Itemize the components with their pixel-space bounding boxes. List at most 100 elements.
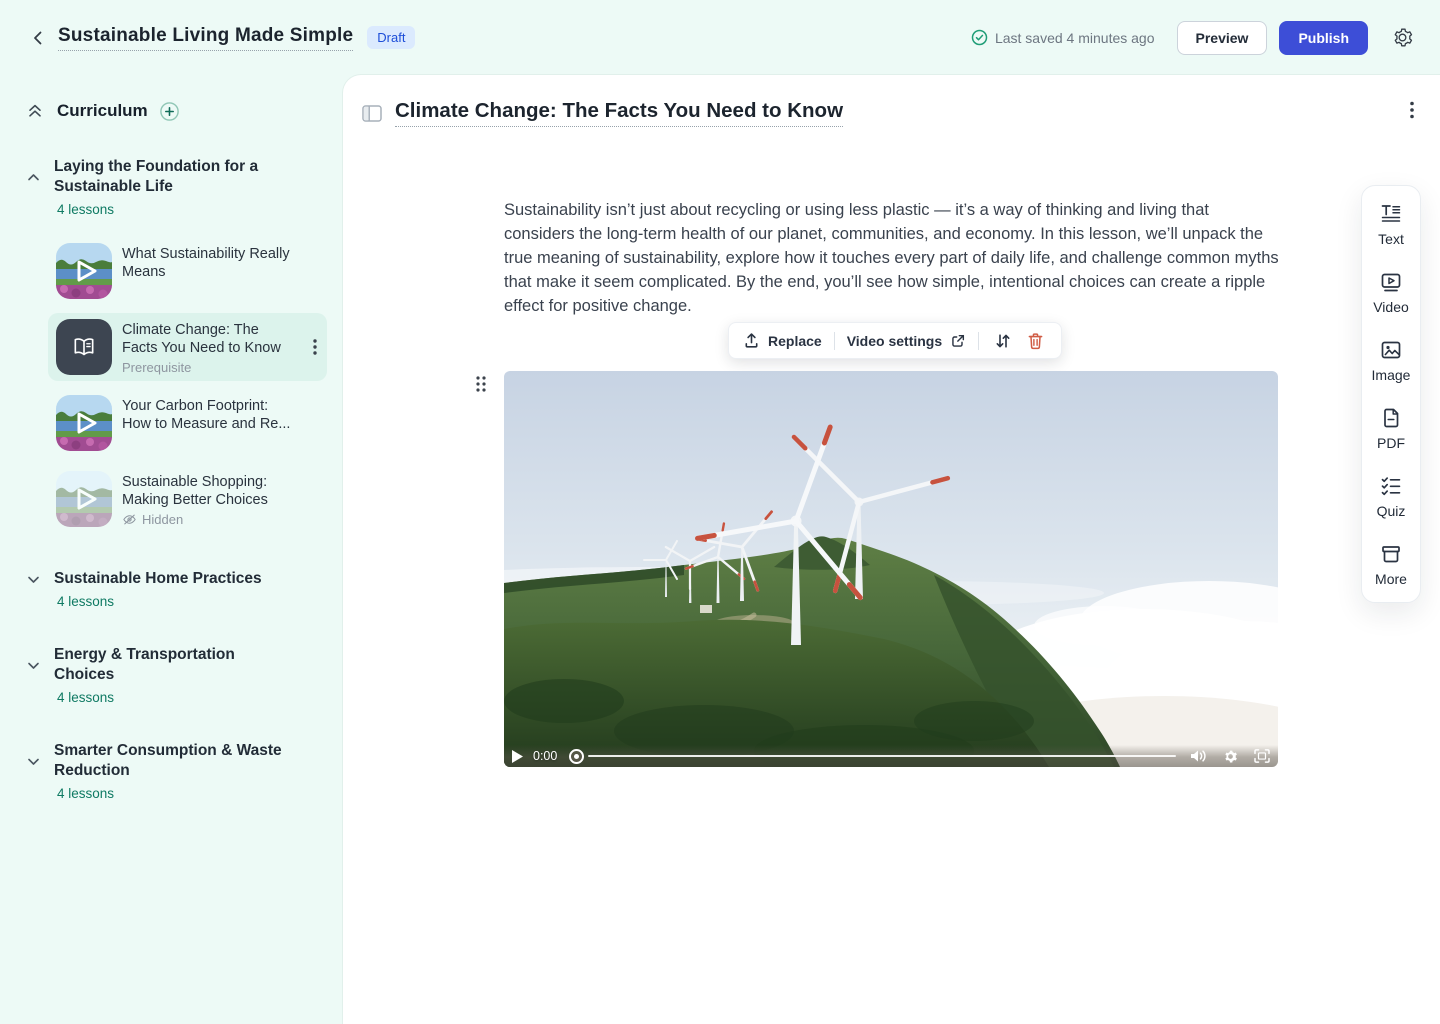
external-link-icon — [950, 333, 966, 349]
eye-off-icon — [122, 512, 137, 527]
curriculum-header: Curriculum — [0, 101, 343, 121]
chevron-left-icon — [29, 29, 47, 47]
insert-label: Image — [1372, 367, 1411, 383]
seek-handle[interactable] — [569, 749, 584, 764]
play-button[interactable] — [512, 750, 523, 763]
lesson-item[interactable]: Your Carbon Footprint: How to Measure an… — [48, 389, 327, 457]
fullscreen-button[interactable] — [1254, 749, 1270, 763]
park-scene-thumbnail — [56, 395, 112, 451]
play-icon — [512, 750, 523, 763]
lesson-title: Your Carbon Footprint: How to Measure an… — [122, 397, 294, 433]
section-lesson-count: 4 lessons — [57, 786, 343, 801]
seek-track[interactable] — [588, 755, 1176, 757]
lesson-title: What Sustainability Really Means — [122, 245, 294, 281]
section-header[interactable]: Smarter Consumption & Waste Reduction — [0, 741, 343, 781]
replace-button[interactable]: Replace — [743, 332, 822, 349]
lesson-menu-button[interactable] — [313, 339, 317, 355]
gear-icon — [1223, 749, 1238, 764]
lesson-item-hidden[interactable]: Sustainable Shopping: Making Better Choi… — [48, 465, 327, 533]
lesson-item[interactable]: What Sustainability Really Means — [48, 237, 327, 305]
video-settings-button[interactable]: Video settings — [847, 333, 966, 349]
curriculum-title: Curriculum — [57, 101, 148, 121]
insert-video-button[interactable]: Video — [1362, 259, 1420, 327]
volume-button[interactable] — [1190, 749, 1207, 763]
move-block-button[interactable] — [991, 329, 1015, 353]
quiz-block-icon — [1380, 475, 1402, 497]
save-status: Last saved 4 minutes ago — [971, 29, 1155, 46]
video-settings-gear[interactable] — [1223, 749, 1238, 764]
save-status-text: Last saved 4 minutes ago — [995, 30, 1155, 46]
chevron-down-icon — [26, 572, 41, 587]
lesson-item-selected[interactable]: Climate Change: The Facts You Need to Kn… — [48, 313, 327, 381]
insert-label: PDF — [1377, 435, 1405, 451]
video-thumbnail — [56, 471, 112, 527]
publish-button[interactable]: Publish — [1279, 21, 1368, 55]
topbar: Sustainable Living Made Simple Draft Las… — [0, 0, 1440, 75]
reading-lesson-tile — [56, 319, 112, 375]
lesson-title: Sustainable Shopping: Making Better Choi… — [122, 473, 294, 509]
insert-image-button[interactable]: Image — [1362, 327, 1420, 395]
block-drag-handle[interactable] — [475, 375, 487, 393]
more-blocks-icon — [1380, 543, 1402, 565]
course-title[interactable]: Sustainable Living Made Simple — [58, 25, 353, 51]
video-block-toolbar: Replace Video settings — [728, 322, 1062, 359]
section-title: Laying the Foundation for a Sustainable … — [54, 157, 294, 197]
video-block-icon — [1380, 271, 1402, 293]
insert-quiz-button[interactable]: Quiz — [1362, 463, 1420, 531]
curriculum-section: Energy & Transportation Choices 4 lesson… — [0, 645, 343, 705]
reorder-arrows-icon — [994, 332, 1012, 350]
kebab-icon — [313, 339, 317, 355]
curriculum-section: Laying the Foundation for a Sustainable … — [0, 157, 343, 533]
pdf-block-icon — [1380, 407, 1402, 429]
status-badge: Draft — [367, 26, 415, 49]
curriculum-sidebar: Curriculum Laying the Foundation for a S… — [0, 75, 343, 1024]
section-lesson-count: 4 lessons — [57, 690, 343, 705]
section-header[interactable]: Sustainable Home Practices — [0, 569, 343, 589]
park-scene-thumbnail — [56, 243, 112, 299]
image-block-icon — [1380, 339, 1402, 361]
chevron-down-icon — [26, 658, 41, 673]
preview-button[interactable]: Preview — [1177, 21, 1268, 55]
curriculum-section: Smarter Consumption & Waste Reduction 4 … — [0, 741, 343, 801]
park-scene-thumbnail — [56, 471, 112, 527]
video-controls-bar: 0:00 — [504, 745, 1278, 767]
open-book-icon — [71, 334, 97, 360]
video-thumbnail — [56, 243, 112, 299]
collapse-all-icon[interactable] — [26, 102, 44, 120]
lesson-subtitle: Hidden — [122, 512, 294, 527]
insert-text-button[interactable]: Text — [1362, 191, 1420, 259]
insert-label: Text — [1378, 231, 1404, 247]
lesson-title: Climate Change: The Facts You Need to Kn… — [122, 321, 294, 357]
lesson-intro-paragraph[interactable]: Sustainability isn’t just about recyclin… — [504, 198, 1280, 318]
video-player[interactable]: 0:00 — [504, 371, 1278, 767]
lesson-title-heading[interactable]: Climate Change: The Facts You Need to Kn… — [395, 99, 843, 127]
insert-block-toolbar: Text Video Image PDF Quiz More — [1361, 185, 1421, 603]
lesson-options-button[interactable] — [1410, 101, 1414, 119]
drag-dots-icon — [475, 375, 487, 393]
section-title: Smarter Consumption & Waste Reduction — [54, 741, 294, 781]
upload-icon — [743, 332, 760, 349]
chevron-up-icon — [26, 170, 41, 185]
toolbar-divider — [834, 332, 835, 350]
toolbar-divider — [978, 332, 979, 350]
trash-icon — [1027, 332, 1044, 350]
kebab-icon — [1410, 101, 1414, 119]
wind-turbines-scene — [504, 371, 1278, 767]
delete-block-button[interactable] — [1023, 329, 1047, 353]
settings-button[interactable] — [1388, 24, 1416, 52]
check-circle-icon — [971, 29, 988, 46]
section-lesson-count: 4 lessons — [57, 202, 343, 217]
section-title: Sustainable Home Practices — [54, 569, 262, 589]
insert-label: Quiz — [1377, 503, 1406, 519]
back-button[interactable] — [24, 24, 52, 52]
add-section-button[interactable] — [160, 102, 179, 121]
section-title: Energy & Transportation Choices — [54, 645, 294, 685]
section-header[interactable]: Energy & Transportation Choices — [0, 645, 343, 685]
lesson-subtitle: Prerequisite — [122, 360, 294, 375]
section-header[interactable]: Laying the Foundation for a Sustainable … — [0, 157, 343, 197]
toggle-sidebar-icon[interactable] — [362, 105, 382, 122]
insert-pdf-button[interactable]: PDF — [1362, 395, 1420, 463]
current-time: 0:00 — [533, 749, 557, 763]
insert-more-button[interactable]: More — [1362, 531, 1420, 599]
insert-label: More — [1375, 571, 1407, 587]
